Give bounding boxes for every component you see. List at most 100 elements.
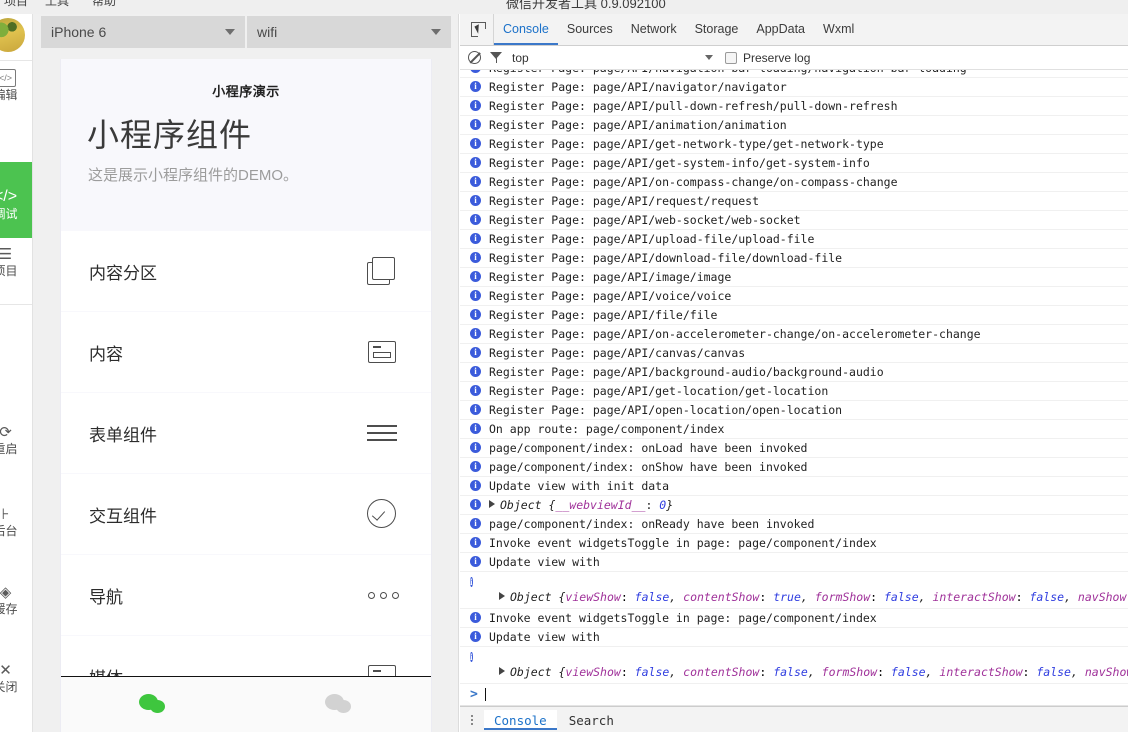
tab-wxml[interactable]: Wxml <box>814 15 863 45</box>
devtools-tabbar: Console Sources Network Storage AppData … <box>460 14 1128 46</box>
console-log-line: i Invoke event widgetsToggle in page: pag… <box>460 534 1128 553</box>
info-icon: i <box>470 176 481 187</box>
rail-item-restart[interactable]: ⟳ 重启 <box>0 424 32 457</box>
console-log-line: i Register Page: page/API/request/request <box>460 192 1128 211</box>
console-log-line: i Update view with <box>460 553 1128 572</box>
console-log-line: i Register Page: page/API/upload-file/upl… <box>460 230 1128 249</box>
console-log-text: Register Page: page/API/get-location/get… <box>489 384 829 398</box>
console-log-text: Register Page: page/API/open-location/op… <box>489 403 843 417</box>
mini-program-header: 小程序演示 小程序组件 这是展示小程序组件的DEMO。 <box>61 59 431 185</box>
console-log-line: i Register Page: page/API/navigation-bar-… <box>460 70 1128 78</box>
info-icon: i <box>470 81 481 92</box>
info-icon: i <box>470 385 481 396</box>
tabbar-item-inactive[interactable] <box>247 677 431 732</box>
console-log-text: page/component/index: onReady have been … <box>489 517 815 531</box>
list-item[interactable]: 内容 <box>61 312 431 392</box>
console-prompt[interactable]: > <box>460 684 1128 706</box>
console-object-line[interactable]: i Object {viewShow: false, contentShow: t… <box>460 572 1128 609</box>
menu-item-file[interactable]: 工具 <box>45 0 69 9</box>
console-log-text: On app route: page/component/index <box>489 422 725 436</box>
console-object-line[interactable]: i Object {viewShow: false, contentShow: f… <box>460 647 1128 684</box>
device-select[interactable]: iPhone 6 <box>41 16 245 48</box>
rail-item-debug[interactable]: </> 调试 <box>0 162 32 238</box>
tab-appdata[interactable]: AppData <box>747 15 814 45</box>
console-log-text: Register Page: page/API/upload-file/uplo… <box>489 232 815 246</box>
left-toolbar-rail: </> 编辑 </> 调试 ☰ 项目 ⟳ 重启 ⊦ 后台 ◈ 缓存 ✕ 关闭 <box>0 14 33 732</box>
console-context-value[interactable]: top <box>512 51 529 65</box>
window-title: 微信开发者工具 0.9.092100 <box>506 0 666 11</box>
info-icon: i <box>470 252 481 263</box>
info-icon: i <box>470 70 481 73</box>
preserve-log-control[interactable]: Preserve log <box>725 51 810 65</box>
drawer-handle-icon[interactable] <box>466 714 478 725</box>
rail-item-cache[interactable]: ◈ 缓存 <box>0 584 32 617</box>
simulator-viewport: 小程序演示 小程序组件 这是展示小程序组件的DEMO。 内容分区 内容 表单组件 <box>60 59 432 732</box>
network-select-value: wifi <box>257 24 278 40</box>
console-log-text: Register Page: page/API/navigation-bar-l… <box>489 70 1128 76</box>
rail-item-label: 关闭 <box>0 680 18 694</box>
console-drawer-tabs: Console Search <box>460 706 1128 732</box>
console-object-line[interactable]: i Object {__webviewId__: 0} <box>460 496 1128 515</box>
rail-item-edit[interactable]: </> 编辑 <box>0 69 32 103</box>
filter-funnel-icon[interactable] <box>490 51 503 64</box>
info-icon: i <box>470 442 481 453</box>
expand-triangle-icon <box>499 667 505 675</box>
check-circle-icon <box>365 497 399 531</box>
tab-network[interactable]: Network <box>622 15 686 45</box>
console-object-text[interactable]: Object {viewShow: false, contentShow: tr… <box>470 588 1128 608</box>
cache-icon: ◈ <box>0 584 12 601</box>
code-icon: </> <box>0 69 16 87</box>
list-item[interactable]: 导航 <box>61 555 431 635</box>
preserve-log-label: Preserve log <box>743 50 811 65</box>
inspect-element-button[interactable] <box>464 14 494 45</box>
console-object-text[interactable]: Object {viewShow: false, contentShow: fa… <box>470 663 1128 683</box>
network-select[interactable]: wifi <box>247 16 451 48</box>
list-item[interactable]: 表单组件 <box>61 393 431 473</box>
console-log-line: i Register Page: page/API/pull-down-refre… <box>460 97 1128 116</box>
console-log-line: i Register Page: page/API/web-socket/web-… <box>460 211 1128 230</box>
stack-icon <box>365 254 399 288</box>
mini-program-tabbar <box>61 676 431 732</box>
tab-console[interactable]: Console <box>494 15 558 45</box>
rail-item-label: 重启 <box>0 442 18 456</box>
console-log-line: i Register Page: page/API/file/file <box>460 306 1128 325</box>
console-log-text: Register Page: page/API/request/request <box>489 194 760 208</box>
app-root: 项目 工具 帮助 微信开发者工具 0.9.092100 </> 编辑 </> 调… <box>0 0 1128 732</box>
list-item[interactable]: 交互组件 <box>61 474 431 554</box>
console-log-line: i Register Page: page/API/background-audi… <box>460 363 1128 382</box>
info-icon: i <box>470 404 481 415</box>
dots-icon <box>365 578 399 612</box>
console-log-text: Register Page: page/API/navigator/naviga… <box>489 80 787 94</box>
tab-storage[interactable]: Storage <box>686 15 748 45</box>
console-output[interactable]: i Register Page: page/API/navigation-bar-… <box>460 70 1128 732</box>
drawer-tab-console[interactable]: Console <box>484 709 557 730</box>
tabbar-item-active[interactable] <box>61 677 247 732</box>
rail-item-project[interactable]: ☰ 项目 <box>0 246 32 279</box>
clear-console-icon[interactable] <box>468 51 481 64</box>
user-avatar[interactable] <box>0 18 25 52</box>
console-filter-bar: top Preserve log <box>460 46 1128 70</box>
info-icon: i <box>470 423 481 434</box>
chevron-down-icon <box>431 29 441 35</box>
info-icon: i <box>470 138 481 149</box>
console-log-line: i Register Page: page/API/get-location/ge… <box>460 382 1128 401</box>
chevron-down-icon[interactable] <box>705 55 713 60</box>
menu-item-project[interactable]: 项目 <box>4 0 28 9</box>
info-icon: i <box>470 290 481 301</box>
console-log-line: i page/component/index: onShow have been … <box>460 458 1128 477</box>
console-log-text: Register Page: page/API/canvas/canvas <box>489 346 746 360</box>
tab-sources[interactable]: Sources <box>558 15 622 45</box>
rail-item-console[interactable]: ⊦ 后台 <box>0 506 32 539</box>
component-list: 内容分区 内容 表单组件 交互组件 导航 <box>61 231 431 716</box>
rail-item-close[interactable]: ✕ 关闭 <box>0 662 32 695</box>
menu-item-help[interactable]: 帮助 <box>92 0 116 9</box>
preserve-log-checkbox[interactable] <box>725 51 737 64</box>
info-icon: i <box>470 556 481 567</box>
console-log-text: page/component/index: onShow have been i… <box>489 460 808 474</box>
info-icon: i <box>470 309 481 320</box>
list-item[interactable]: 内容分区 <box>61 231 431 311</box>
console-log-line: i page/component/index: onReady have been… <box>460 515 1128 534</box>
drawer-tab-search[interactable]: Search <box>559 710 624 730</box>
info-icon: i <box>470 119 481 130</box>
list-item-label: 内容分区 <box>89 263 157 283</box>
